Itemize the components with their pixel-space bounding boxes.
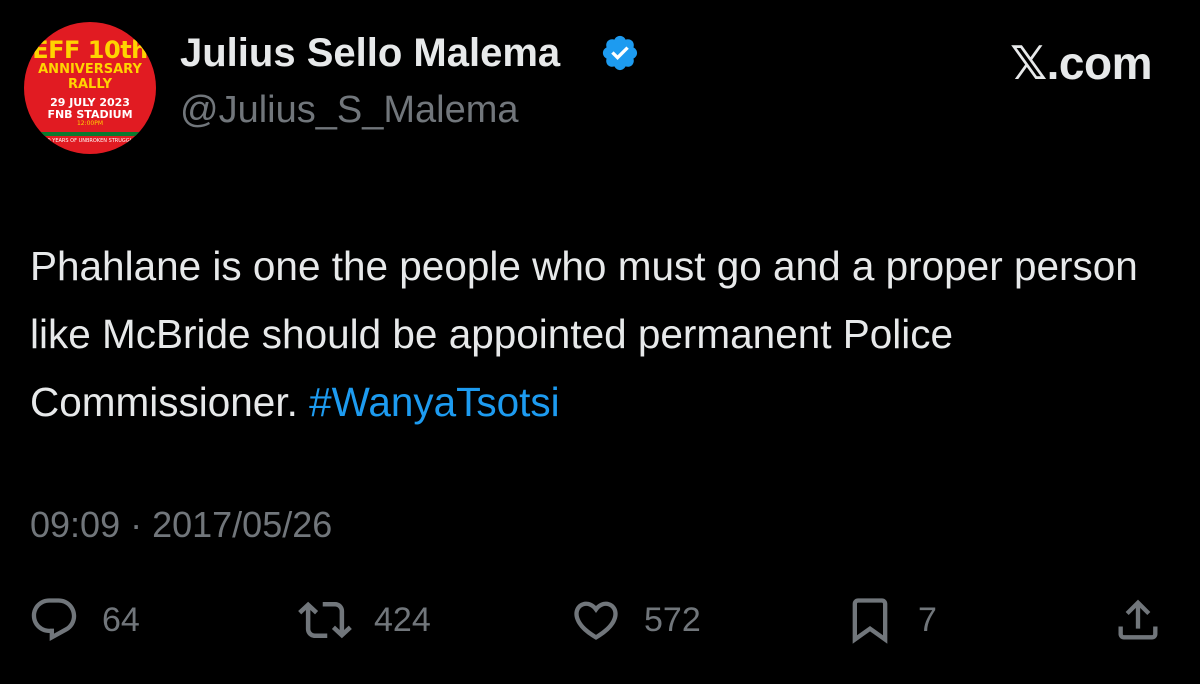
author-display-name[interactable]: Julius Sello Malema — [180, 31, 560, 76]
bookmark-count: 7 — [918, 600, 937, 639]
like-count: 572 — [644, 600, 701, 639]
avatar-stripe — [24, 132, 156, 136]
share-button[interactable] — [1112, 594, 1164, 646]
hashtag-link[interactable]: #WanyaTsotsi — [309, 379, 560, 425]
avatar-text-line1: EFF 10th — [32, 36, 148, 64]
heart-icon — [574, 601, 618, 640]
reply-button[interactable]: 64 — [28, 594, 140, 646]
avatar-text-line2: ANNIVERSARY — [38, 62, 142, 77]
verified-badge-icon — [602, 35, 638, 71]
share-icon — [1118, 599, 1158, 640]
avatar[interactable]: EFF 10th ANNIVERSARY RALLY 29 JULY 2023 … — [24, 22, 156, 154]
author-handle[interactable]: @Julius_S_Malema — [180, 89, 519, 132]
brand-watermark: 𝕏.com — [1010, 37, 1152, 89]
reply-icon — [31, 598, 77, 642]
bookmark-button[interactable]: 7 — [844, 594, 937, 646]
tweet-body: Phahlane is one the people who must go a… — [30, 243, 1138, 425]
avatar-text-line3: RALLY — [67, 77, 113, 92]
tweet-text: Phahlane is one the people who must go a… — [30, 232, 1160, 436]
avatar-text-line7: 10 YEARS OF UNBROKEN STRUGGLE — [44, 138, 136, 144]
tweet-timestamp[interactable]: 09:09 · 2017/05/26 — [30, 504, 332, 546]
retweet-count: 424 — [374, 600, 431, 639]
bookmark-icon — [852, 598, 888, 644]
retweet-button[interactable]: 424 — [298, 594, 431, 646]
reply-count: 64 — [102, 600, 140, 639]
like-button[interactable]: 572 — [570, 594, 701, 646]
retweet-icon — [298, 601, 352, 639]
avatar-text-line6: 12:00PM — [76, 120, 104, 127]
